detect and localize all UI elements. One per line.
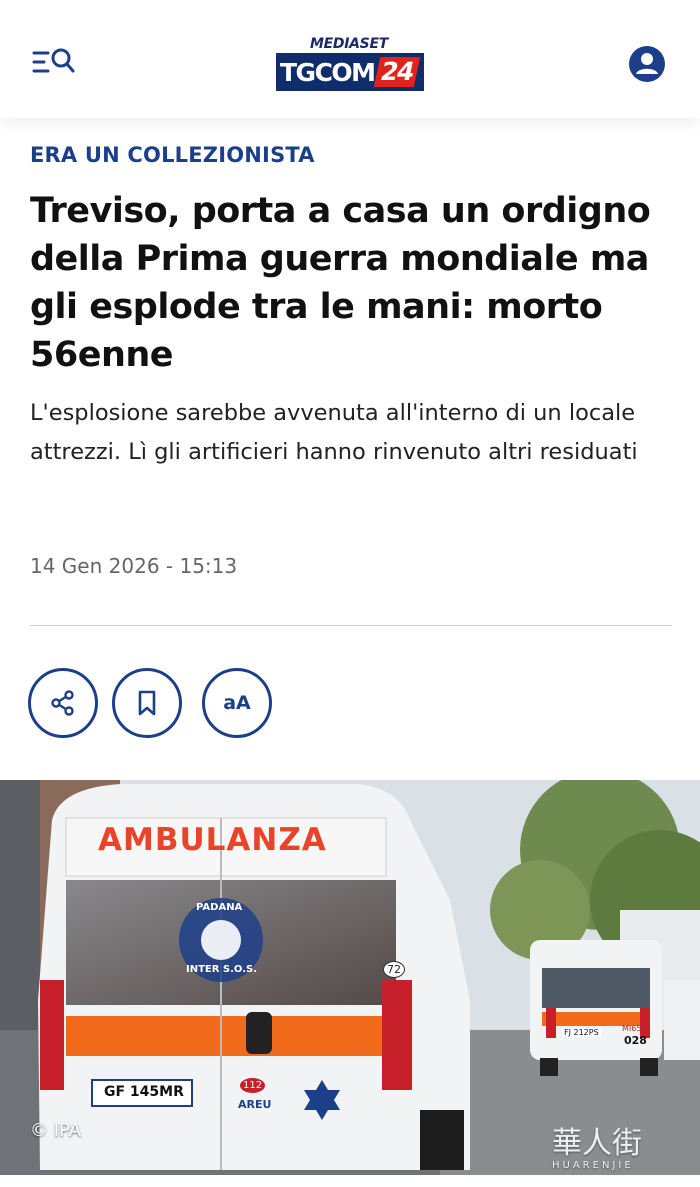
article-summary: L'esplosione sarebbe avvenuta all'intern… [30,400,638,465]
logo-24-text: 24 [373,57,420,87]
article-date: 14 Gen 2026 - 15:13 [30,554,238,578]
emergency-number: 112 [240,1078,266,1093]
share-button[interactable] [28,668,98,738]
article-photo: AMBULANZA PADANA INTER S.O.S. 72 GF 145M… [0,780,700,1175]
font-size-button[interactable]: aA [202,668,272,738]
logo-tgcom-text: TGCOM [280,57,376,87]
license-plate: GF 145MR [104,1084,184,1100]
menu-search-icon [32,48,75,73]
font-size-label: aA [223,692,251,714]
divider [30,625,672,626]
second-plate: FJ 212PS [562,1028,601,1037]
bookmark-icon [138,690,156,716]
badge-bottom-text: INTER S.O.S. [186,964,258,975]
watermark-text: 華人街 [552,1126,642,1161]
bookmark-button[interactable] [112,668,182,738]
ambulance-label: AMBULANZA [98,822,327,858]
article-kicker: ERA UN COLLEZIONISTA [30,143,315,167]
tgcom24-logo[interactable]: MEDIASET TGCOM 24 [276,36,426,92]
badge-top-text: PADANA [196,902,243,913]
second-number: 028 [624,1034,647,1047]
share-icon [51,690,74,716]
user-account-icon [629,46,665,82]
areu-label: AREU [238,1098,272,1111]
article-headline: Treviso, porta a casa un ordigno della P… [30,191,651,375]
top-bar: MEDIASET TGCOM 24 [0,0,700,118]
watermark-logo: 華人街 HUARENJIE [552,1128,692,1178]
menu-search-button[interactable] [30,44,78,84]
photo-credit: © IPA [30,1120,82,1141]
user-account-button[interactable] [628,45,666,83]
logo-tgcom-block: TGCOM 24 [276,53,424,91]
second-code: MI655 [622,1024,647,1033]
watermark-subtext: HUARENJIE [552,1160,634,1171]
logo-mediaset-text: MEDIASET [310,36,388,52]
unit-number: 72 [383,961,405,978]
